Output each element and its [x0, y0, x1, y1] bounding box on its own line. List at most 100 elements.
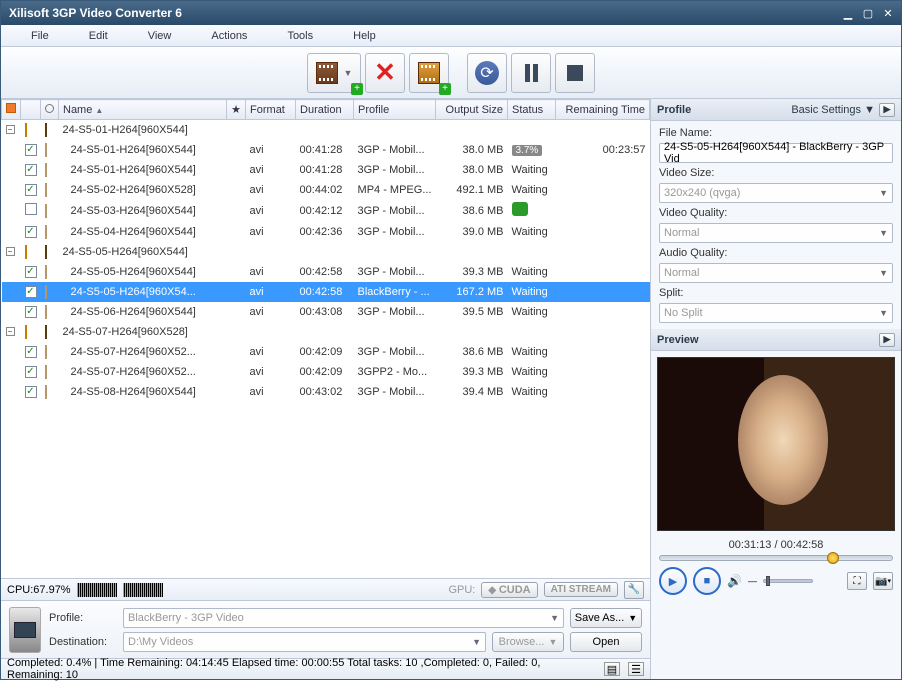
convert-button[interactable]: ⟳ [467, 53, 507, 93]
volume-thumb[interactable] [766, 576, 770, 586]
add-profile-button[interactable]: + [409, 53, 449, 93]
folder-icon [25, 245, 27, 259]
status-bar: Completed: 0.4% | Time Remaining: 04:14:… [1, 659, 650, 679]
table-row[interactable]: 24-S5-01-H264[960X544]avi00:41:283GP - M… [2, 160, 650, 180]
save-as-button[interactable]: Save As...▼ [570, 608, 642, 628]
settings-icon-button[interactable]: 🔧 [624, 581, 644, 599]
film-icon [316, 62, 338, 84]
videosize-dropdown[interactable]: 320x240 (qvga)▼ [659, 183, 893, 203]
file-icon [45, 183, 47, 197]
row-checkbox[interactable] [25, 184, 37, 196]
minimize-button[interactable]: ▁ [839, 5, 857, 21]
expander-icon[interactable]: − [6, 327, 15, 336]
plus-icon: + [351, 83, 363, 95]
menu-edit[interactable]: Edit [69, 30, 128, 42]
table-row[interactable]: 24-S5-06-H264[960X544]avi00:43:083GP - M… [2, 302, 650, 322]
log-icon[interactable]: ☰ [628, 662, 644, 676]
menu-help[interactable]: Help [333, 30, 396, 42]
pause-button[interactable] [511, 53, 551, 93]
pause-icon [525, 64, 538, 82]
table-row[interactable]: 24-S5-05-H264[960X54...avi00:42:58BlackB… [2, 282, 650, 302]
table-row[interactable]: 24-S5-03-H264[960X544]avi00:42:123GP - M… [2, 200, 650, 222]
row-checkbox[interactable] [25, 226, 37, 238]
expand-preview-button[interactable]: ▶ [879, 333, 895, 347]
preview-stop-button[interactable]: ■ [693, 567, 721, 595]
seek-slider[interactable] [659, 555, 893, 561]
seek-thumb[interactable] [827, 552, 839, 564]
remove-button[interactable]: ✕ [365, 53, 405, 93]
filename-input[interactable]: 24-S5-05-H264[960X544] - BlackBerry - 3G… [659, 143, 893, 163]
table-row[interactable]: 24-S5-08-H264[960X544]avi00:43:023GP - M… [2, 382, 650, 402]
snapshot-button[interactable]: 📷▾ [873, 572, 893, 590]
plus-icon: + [439, 83, 451, 95]
list-view-icon[interactable]: ▤ [604, 662, 620, 676]
row-checkbox[interactable] [25, 366, 37, 378]
title-bar: Xilisoft 3GP Video Converter 6 ▁ ▢ ✕ [1, 1, 901, 25]
cuda-badge: ◆ CUDA [481, 582, 537, 598]
destination-input[interactable]: D:\My Videos▼ [123, 632, 486, 652]
audioquality-label: Audio Quality: [659, 247, 893, 259]
profile-dropdown[interactable]: BlackBerry - 3GP Video▼ [123, 608, 564, 628]
table-row[interactable]: −24-S5-05-H264[960X544] [2, 242, 650, 262]
row-checkbox[interactable] [25, 286, 37, 298]
select-all-icon[interactable] [6, 103, 16, 113]
col-name[interactable]: Name ▲ [59, 100, 227, 120]
row-checkbox[interactable] [25, 306, 37, 318]
file-icon [45, 365, 47, 379]
row-checkbox[interactable] [25, 266, 37, 278]
x-icon: ✕ [374, 57, 396, 88]
col-profile[interactable]: Profile [354, 100, 436, 120]
video-preview[interactable] [657, 357, 895, 531]
table-row[interactable]: 24-S5-01-H264[960X544]avi00:41:283GP - M… [2, 140, 650, 160]
row-checkbox[interactable] [25, 386, 37, 398]
col-remaining[interactable]: Remaining Time [556, 100, 650, 120]
menu-actions[interactable]: Actions [191, 30, 267, 42]
film-icon [45, 325, 47, 339]
file-table[interactable]: Name ▲ ★ Format Duration Profile Output … [1, 99, 650, 579]
stop-button[interactable] [555, 53, 595, 93]
expander-icon[interactable]: − [6, 247, 15, 256]
row-checkbox[interactable] [25, 346, 37, 358]
menu-tools[interactable]: Tools [267, 30, 333, 42]
play-button[interactable]: ▶ [659, 567, 687, 595]
table-row[interactable]: 24-S5-07-H264[960X52...avi00:42:093GPP2 … [2, 362, 650, 382]
row-checkbox[interactable] [25, 144, 37, 156]
fullscreen-button[interactable]: ⛶ [847, 572, 867, 590]
expand-profile-button[interactable]: ▶ [879, 103, 895, 117]
open-button[interactable]: Open [570, 632, 642, 652]
profile-label: Profile: [49, 612, 117, 624]
volume-slider[interactable] [763, 579, 813, 583]
status-header-icon [45, 104, 54, 113]
table-row[interactable]: 24-S5-05-H264[960X544]avi00:42:583GP - M… [2, 262, 650, 282]
col-output-size[interactable]: Output Size [436, 100, 508, 120]
col-format[interactable]: Format [246, 100, 296, 120]
row-checkbox[interactable] [25, 164, 37, 176]
bottom-panel: Profile: BlackBerry - 3GP Video▼ Save As… [1, 601, 650, 659]
row-checkbox[interactable] [25, 203, 37, 215]
table-row[interactable]: 24-S5-07-H264[960X52...avi00:42:093GP - … [2, 342, 650, 362]
videoquality-dropdown[interactable]: Normal▼ [659, 223, 893, 243]
done-icon [512, 202, 528, 216]
maximize-button[interactable]: ▢ [859, 5, 877, 21]
menu-file[interactable]: File [11, 30, 69, 42]
cpu-label: CPU:67.97% [7, 584, 71, 596]
expander-icon[interactable]: − [6, 125, 15, 134]
split-dropdown[interactable]: No Split▼ [659, 303, 893, 323]
ati-badge: ATI STREAM [544, 582, 618, 597]
audioquality-dropdown[interactable]: Normal▼ [659, 263, 893, 283]
basic-settings-dropdown[interactable]: Basic Settings ▼ [791, 104, 875, 116]
cpu-graph [123, 583, 163, 597]
file-icon [45, 143, 47, 157]
table-row[interactable]: 24-S5-04-H264[960X544]avi00:42:363GP - M… [2, 222, 650, 242]
browse-button[interactable]: Browse...▼ [492, 632, 564, 652]
table-row[interactable]: −24-S5-01-H264[960X544] [2, 120, 650, 140]
close-button[interactable]: ✕ [879, 5, 897, 21]
table-row[interactable]: 24-S5-02-H264[960X528]avi00:44:02MP4 - M… [2, 180, 650, 200]
table-row[interactable]: −24-S5-07-H264[960X528] [2, 322, 650, 342]
col-duration[interactable]: Duration [296, 100, 354, 120]
cpu-graph [77, 583, 117, 597]
col-status[interactable]: Status [508, 100, 556, 120]
menu-view[interactable]: View [128, 30, 192, 42]
menu-bar: File Edit View Actions Tools Help [1, 25, 901, 47]
add-file-button[interactable]: + ▼ [307, 53, 361, 93]
